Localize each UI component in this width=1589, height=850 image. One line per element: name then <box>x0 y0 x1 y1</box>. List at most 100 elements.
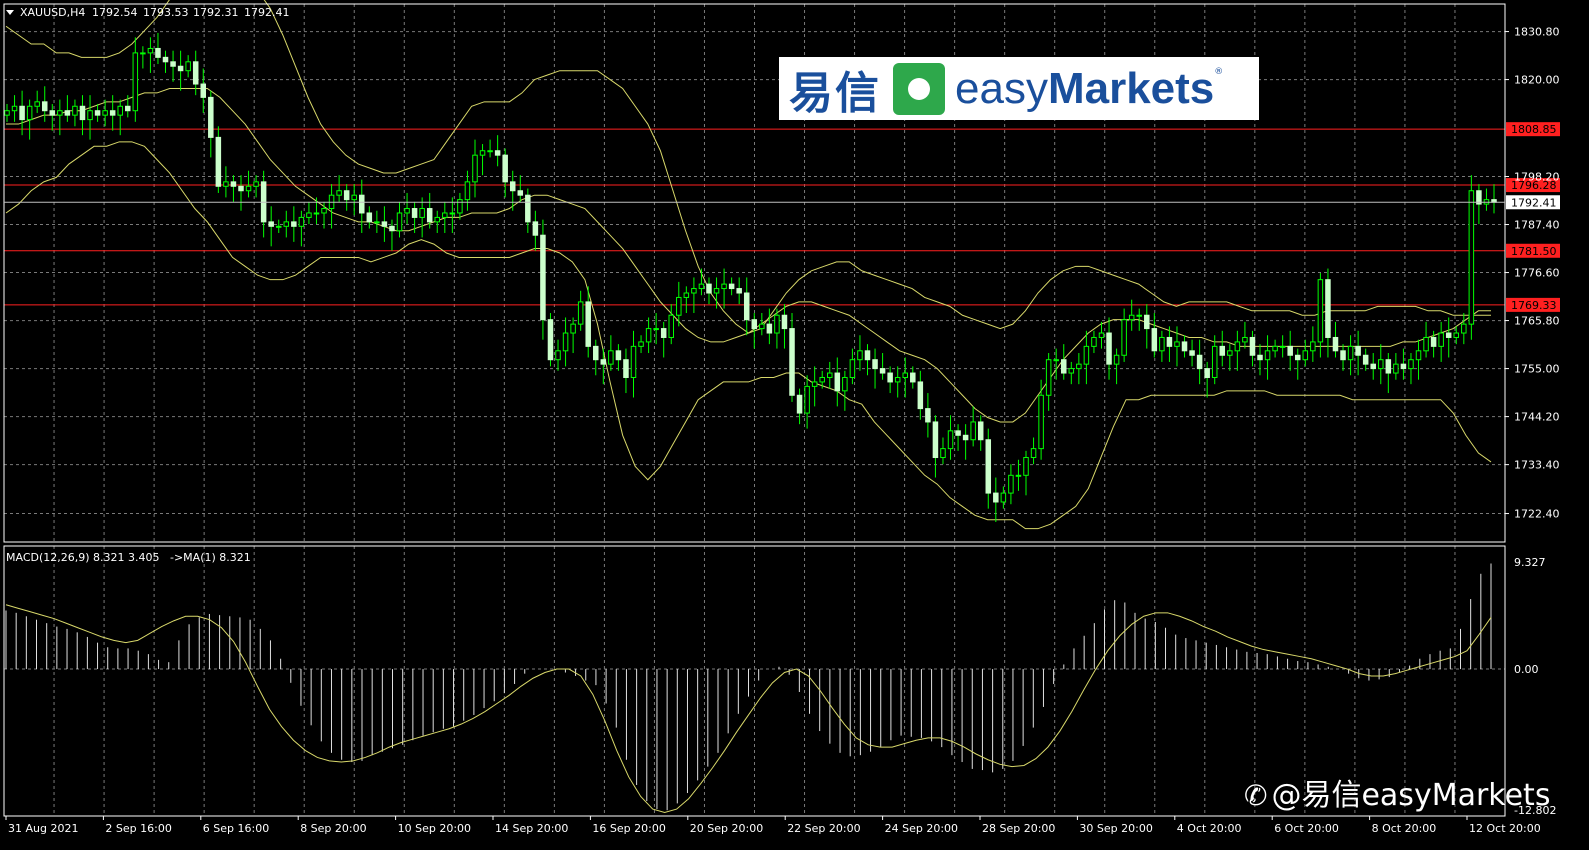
candle-body <box>547 319 554 361</box>
price-tick-label: 1820.00 <box>1514 74 1560 87</box>
candle-body <box>1294 354 1301 361</box>
candle-body <box>313 212 320 215</box>
candle-body <box>645 328 652 343</box>
triangle-down-icon[interactable] <box>6 10 14 15</box>
candle-body <box>1038 394 1044 450</box>
candle-body <box>706 283 712 294</box>
candle-body <box>970 421 976 441</box>
candle-body <box>525 194 531 223</box>
candle-body <box>389 225 395 232</box>
ohlc-open: 1792.54 <box>92 6 138 19</box>
candle-body <box>676 296 682 316</box>
candle-body <box>117 105 123 116</box>
candle-body <box>1008 474 1014 494</box>
candle-body <box>600 359 607 365</box>
candle-body <box>208 96 214 138</box>
candle-body <box>419 208 425 218</box>
candle-body <box>223 181 229 187</box>
candle-body <box>1370 363 1376 370</box>
candle-body <box>819 376 825 383</box>
candle-body <box>1121 319 1127 356</box>
time-tick-label: 31 Aug 2021 <box>8 822 78 835</box>
candle-body <box>517 190 524 196</box>
candle-body <box>1287 345 1293 356</box>
candle-body <box>1468 190 1475 325</box>
candle-body <box>1098 332 1105 338</box>
candle-body <box>615 350 622 361</box>
candle-body <box>562 332 569 352</box>
candle-body <box>932 421 939 459</box>
candle-body <box>1068 368 1075 374</box>
macd-tick-label: 0.00 <box>1514 663 1539 676</box>
candle-body <box>41 101 48 112</box>
time-tick-label: 6 Oct 20:00 <box>1274 822 1339 835</box>
candle-body <box>1310 341 1316 352</box>
time-tick-label: 20 Sep 20:00 <box>690 822 763 835</box>
candle-body <box>940 448 946 459</box>
candle-body <box>555 350 561 361</box>
candle-body <box>804 385 810 414</box>
candle-body <box>11 105 18 112</box>
candle-body <box>411 208 418 218</box>
candle-body <box>925 408 931 423</box>
candle-body <box>894 376 901 383</box>
candle-body <box>1076 363 1082 370</box>
candle-body <box>140 52 146 55</box>
candle-body <box>1174 341 1180 347</box>
candle-body <box>774 314 780 334</box>
candle-body <box>1347 345 1354 361</box>
candle-body <box>721 283 727 290</box>
candle-body <box>1385 359 1392 374</box>
candle-body <box>1415 350 1422 361</box>
candle-body <box>64 110 71 116</box>
time-tick-label: 6 Sep 16:00 <box>203 822 269 835</box>
candle-body <box>1136 314 1142 317</box>
candle-body <box>1151 328 1158 352</box>
candle-body <box>79 105 86 121</box>
candle-body <box>238 185 244 192</box>
candle-body <box>245 185 252 192</box>
candle-body <box>1461 323 1467 334</box>
candle-body <box>759 323 765 330</box>
candle-body <box>577 301 584 325</box>
time-tick-label: 28 Sep 20:00 <box>982 822 1055 835</box>
candle-body <box>49 110 56 116</box>
ohlc-high: 1793.53 <box>143 6 189 19</box>
candle-body <box>796 394 803 414</box>
weibo-icon: ✆ <box>1244 779 1268 812</box>
time-tick-label: 2 Sep 16:00 <box>105 822 171 835</box>
price-tick-label: 1798.20 <box>1514 171 1560 184</box>
candle-body <box>1340 350 1346 361</box>
candle-body <box>532 221 539 236</box>
candle-body <box>1144 314 1150 330</box>
candle-body <box>1325 279 1331 338</box>
candle-body <box>306 212 312 218</box>
candle-body <box>585 301 591 347</box>
candle-body <box>275 225 282 228</box>
candle-body <box>177 65 184 72</box>
candle-body <box>1181 341 1188 352</box>
candle-body <box>125 105 131 112</box>
candle-body <box>917 381 924 410</box>
band-upper <box>5 0 1491 334</box>
candle-body <box>19 105 25 121</box>
time-tick-label: 8 Sep 20:00 <box>300 822 366 835</box>
candle-body <box>4 110 10 116</box>
time-tick-label: 30 Sep 20:00 <box>1079 822 1152 835</box>
candle-body <box>728 283 735 290</box>
candle-body <box>683 292 690 298</box>
candle-body <box>291 221 297 227</box>
candle-body <box>336 190 342 196</box>
candle-body <box>1453 332 1460 338</box>
candle-body <box>872 359 878 370</box>
chart-canvas[interactable]: 1808.851796.281781.501769.33 1792.411830… <box>0 0 1589 850</box>
time-tick-label: 12 Oct 20:00 <box>1469 822 1541 835</box>
candle-body <box>298 216 305 227</box>
candle-body <box>351 194 357 201</box>
band-lower <box>5 141 1492 530</box>
macd-header: MACD(12,26,9) 8.321 3.405 ->MA(1) 8.321 <box>6 551 251 564</box>
macd-tick-label: 9.327 <box>1514 556 1546 569</box>
candle-body <box>472 154 478 183</box>
candle-body <box>381 221 388 227</box>
candle-body <box>464 181 471 201</box>
